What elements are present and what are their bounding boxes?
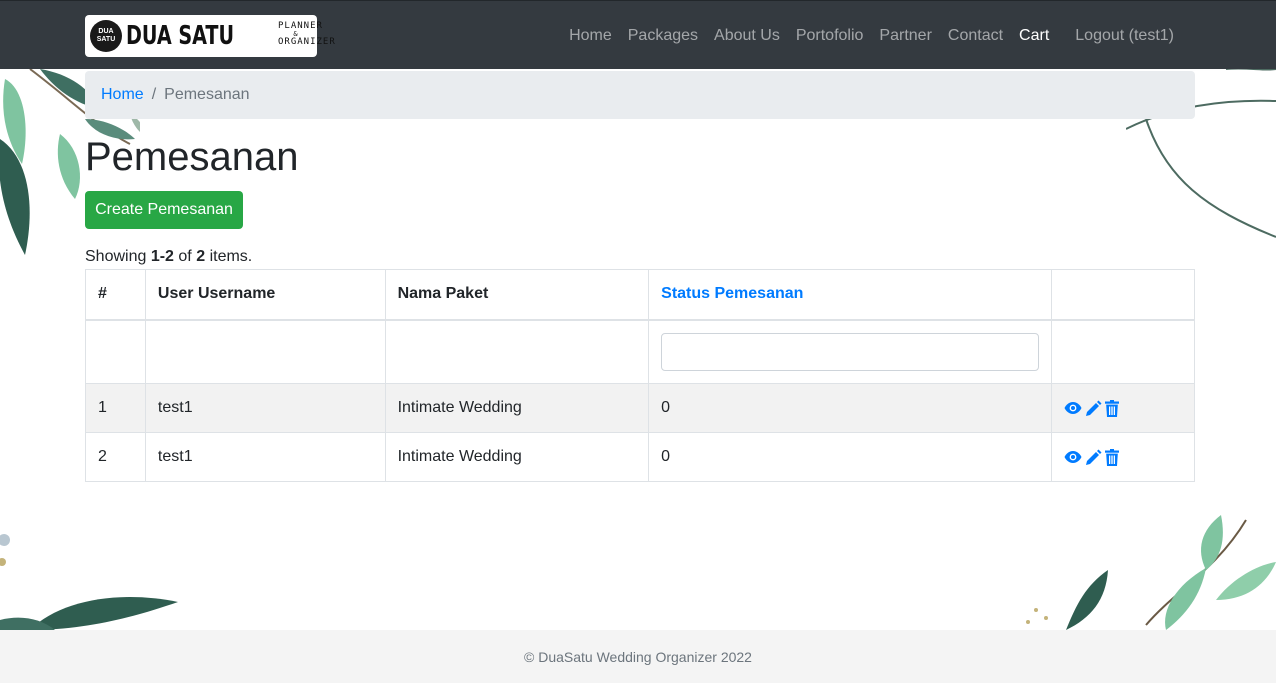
nav-partner[interactable]: Partner (871, 27, 939, 45)
cell-nama-paket: Intimate Wedding (384, 432, 650, 482)
trash-icon[interactable] (1105, 399, 1120, 417)
nav-contact[interactable]: Contact (940, 27, 1011, 45)
status-pemesanan-filter-input[interactable] (661, 332, 1040, 371)
nav-links: Home Packages About Us Portofolio Partne… (561, 1, 1182, 70)
column-header-number: # (85, 269, 146, 321)
brand-badge: DUA SATU (90, 20, 122, 52)
cell-status-pemesanan: 0 (648, 432, 1053, 482)
nav-packages[interactable]: Packages (620, 27, 706, 45)
leaf-decoration-bottom-right (1026, 515, 1276, 630)
column-header-nama-paket: Nama Paket (384, 269, 650, 321)
brand-tagline-line3: ORGANIZER (278, 37, 336, 47)
breadcrumb-separator: / (151, 86, 157, 103)
cell-nama-paket: Intimate Wedding (384, 383, 650, 433)
summary-prefix: Showing (85, 248, 147, 265)
top-navbar: DUA SATU DUA SATU PLANNER & ORGANIZER Ho… (0, 0, 1276, 69)
summary-suffix: items. (209, 248, 253, 265)
grid-summary: Showing 1-2 of 2 items. (85, 248, 252, 266)
column-header-user-username: User Username (144, 269, 386, 321)
breadcrumb: Home / Pemesanan (85, 71, 1195, 119)
eye-icon[interactable] (1064, 450, 1082, 464)
brand-badge-line2: SATU (96, 36, 116, 43)
cell-user-username: test1 (144, 432, 386, 482)
summary-total: 2 (196, 248, 206, 265)
column-header-actions (1051, 269, 1195, 321)
cell-actions (1051, 383, 1195, 433)
summary-of: of (178, 248, 192, 265)
cell-status-pemesanan: 0 (648, 383, 1053, 433)
brand-logo[interactable]: DUA SATU DUA SATU PLANNER & ORGANIZER (85, 15, 336, 57)
brand-badge-line1: DUA (98, 28, 114, 35)
breadcrumb-current: Pemesanan (164, 86, 250, 103)
filter-cell-status (648, 319, 1053, 384)
page-footer: © DuaSatu Wedding Organizer 2022 (0, 630, 1276, 683)
trash-icon[interactable] (1105, 448, 1120, 466)
table-header-row: # User Username Nama Paket Status Pemesa… (85, 269, 1195, 321)
pencil-icon[interactable] (1085, 449, 1102, 466)
filter-cell-number (85, 319, 146, 384)
summary-range: 1-2 (150, 248, 174, 265)
cell-actions (1051, 432, 1195, 482)
nav-home[interactable]: Home (561, 27, 620, 45)
create-pemesanan-button[interactable]: Create Pemesanan (85, 191, 243, 229)
footer-copyright: © DuaSatu Wedding Organizer 2022 (524, 648, 752, 665)
nav-portofolio[interactable]: Portofolio (788, 27, 872, 45)
breadcrumb-home-link[interactable]: Home (101, 86, 144, 104)
filter-cell-paket (384, 319, 650, 384)
column-header-status-pemesanan-sort-link[interactable]: Status Pemesanan (648, 269, 1053, 321)
eye-icon[interactable] (1064, 401, 1082, 415)
table-row: 1 test1 Intimate Wedding 0 (85, 383, 1195, 433)
filter-row (85, 319, 1195, 384)
cell-number: 1 (85, 383, 146, 433)
pemesanan-table: # User Username Nama Paket Status Pemesa… (85, 269, 1195, 482)
cell-user-username: test1 (144, 383, 386, 433)
filter-cell-user (144, 319, 386, 384)
filter-cell-actions (1051, 319, 1195, 384)
cell-number: 2 (85, 432, 146, 482)
pencil-icon[interactable] (1085, 400, 1102, 417)
brand-tagline: PLANNER & ORGANIZER (278, 21, 336, 47)
nav-cart[interactable]: Cart (1011, 27, 1057, 45)
nav-about-us[interactable]: About Us (706, 27, 788, 45)
logout-button[interactable]: Logout (test1) (1067, 27, 1182, 45)
table-row: 2 test1 Intimate Wedding 0 (85, 432, 1195, 482)
leaf-decoration-bottom-left (0, 534, 178, 630)
brand-name: DUA SATU (126, 21, 235, 51)
page-title: Pemesanan (85, 135, 299, 179)
